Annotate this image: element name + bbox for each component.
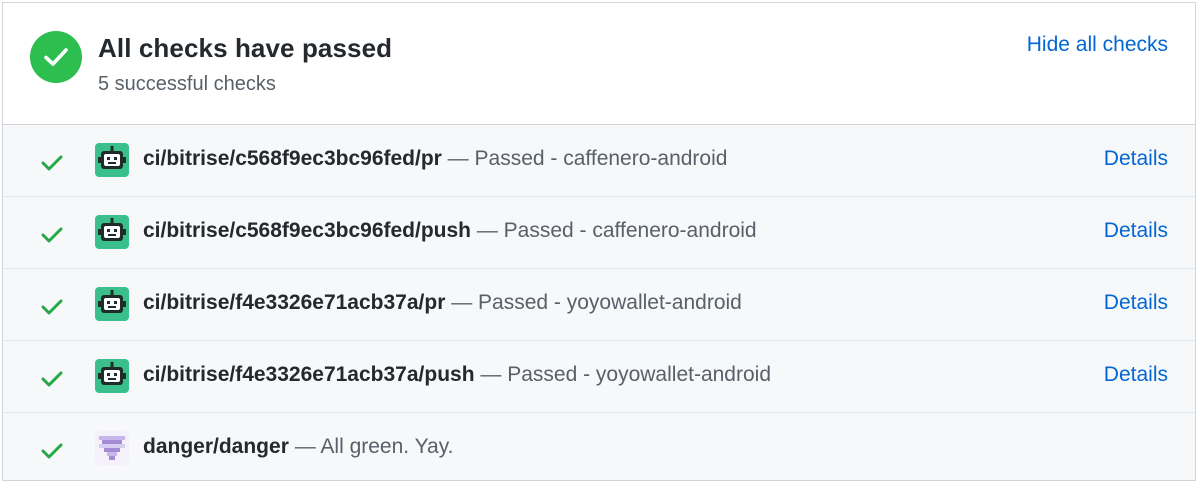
check-context: danger/danger [143,435,289,458]
check-icon [39,295,65,317]
check-row: ci/bitrise/f4e3326e71acb37a/push — Passe… [3,341,1195,413]
check-row: ci/bitrise/f4e3326e71acb37a/pr — Passed … [3,269,1195,341]
check-description: All green. Yay. [320,435,454,458]
check-text: ci/bitrise/f4e3326e71acb37a/push — Passe… [143,363,772,386]
check-icon [39,367,65,389]
checks-summary-subtitle: 5 successful checks [98,73,276,95]
checks-summary: All checks have passed 5 successful chec… [3,3,1195,125]
check-icon [39,223,65,245]
check-context: ci/bitrise/c568f9ec3bc96fed/push [143,219,471,242]
hide-all-checks-link[interactable]: Hide all checks [1027,33,1168,57]
bitrise-robot-icon [95,215,129,249]
details-link[interactable]: Details [1104,219,1168,243]
check-icon [39,439,65,461]
merge-status-checks-panel: All checks have passed 5 successful chec… [2,2,1196,481]
check-context: ci/bitrise/c568f9ec3bc96fed/pr [143,147,442,170]
details-link[interactable]: Details [1104,147,1168,171]
bitrise-robot-icon [95,143,129,177]
success-check-circle-icon [30,31,82,83]
check-description: Passed - yoyowallet-android [507,363,772,386]
check-text: danger/danger — All green. Yay. [143,435,454,458]
checks-summary-title: All checks have passed [98,33,393,63]
details-link[interactable]: Details [1104,291,1168,315]
check-context: ci/bitrise/f4e3326e71acb37a/push [143,363,475,386]
check-row: ci/bitrise/c568f9ec3bc96fed/push — Passe… [3,197,1195,269]
check-text: ci/bitrise/f4e3326e71acb37a/pr — Passed … [143,291,742,314]
check-text: ci/bitrise/c568f9ec3bc96fed/push — Passe… [143,219,757,242]
details-link[interactable]: Details [1104,363,1168,387]
check-row: danger/danger — All green. Yay. [3,413,1195,480]
check-icon [39,151,65,173]
check-description: Passed - caffenero-android [503,219,757,242]
danger-pixel-icon [95,431,129,465]
check-row: ci/bitrise/c568f9ec3bc96fed/pr — Passed … [3,125,1195,197]
check-description: Passed - yoyowallet-android [478,291,742,314]
check-description: Passed - caffenero-android [474,147,728,170]
check-text: ci/bitrise/c568f9ec3bc96fed/pr — Passed … [143,147,728,170]
bitrise-robot-icon [95,287,129,321]
bitrise-robot-icon [95,359,129,393]
check-context: ci/bitrise/f4e3326e71acb37a/pr [143,291,446,314]
